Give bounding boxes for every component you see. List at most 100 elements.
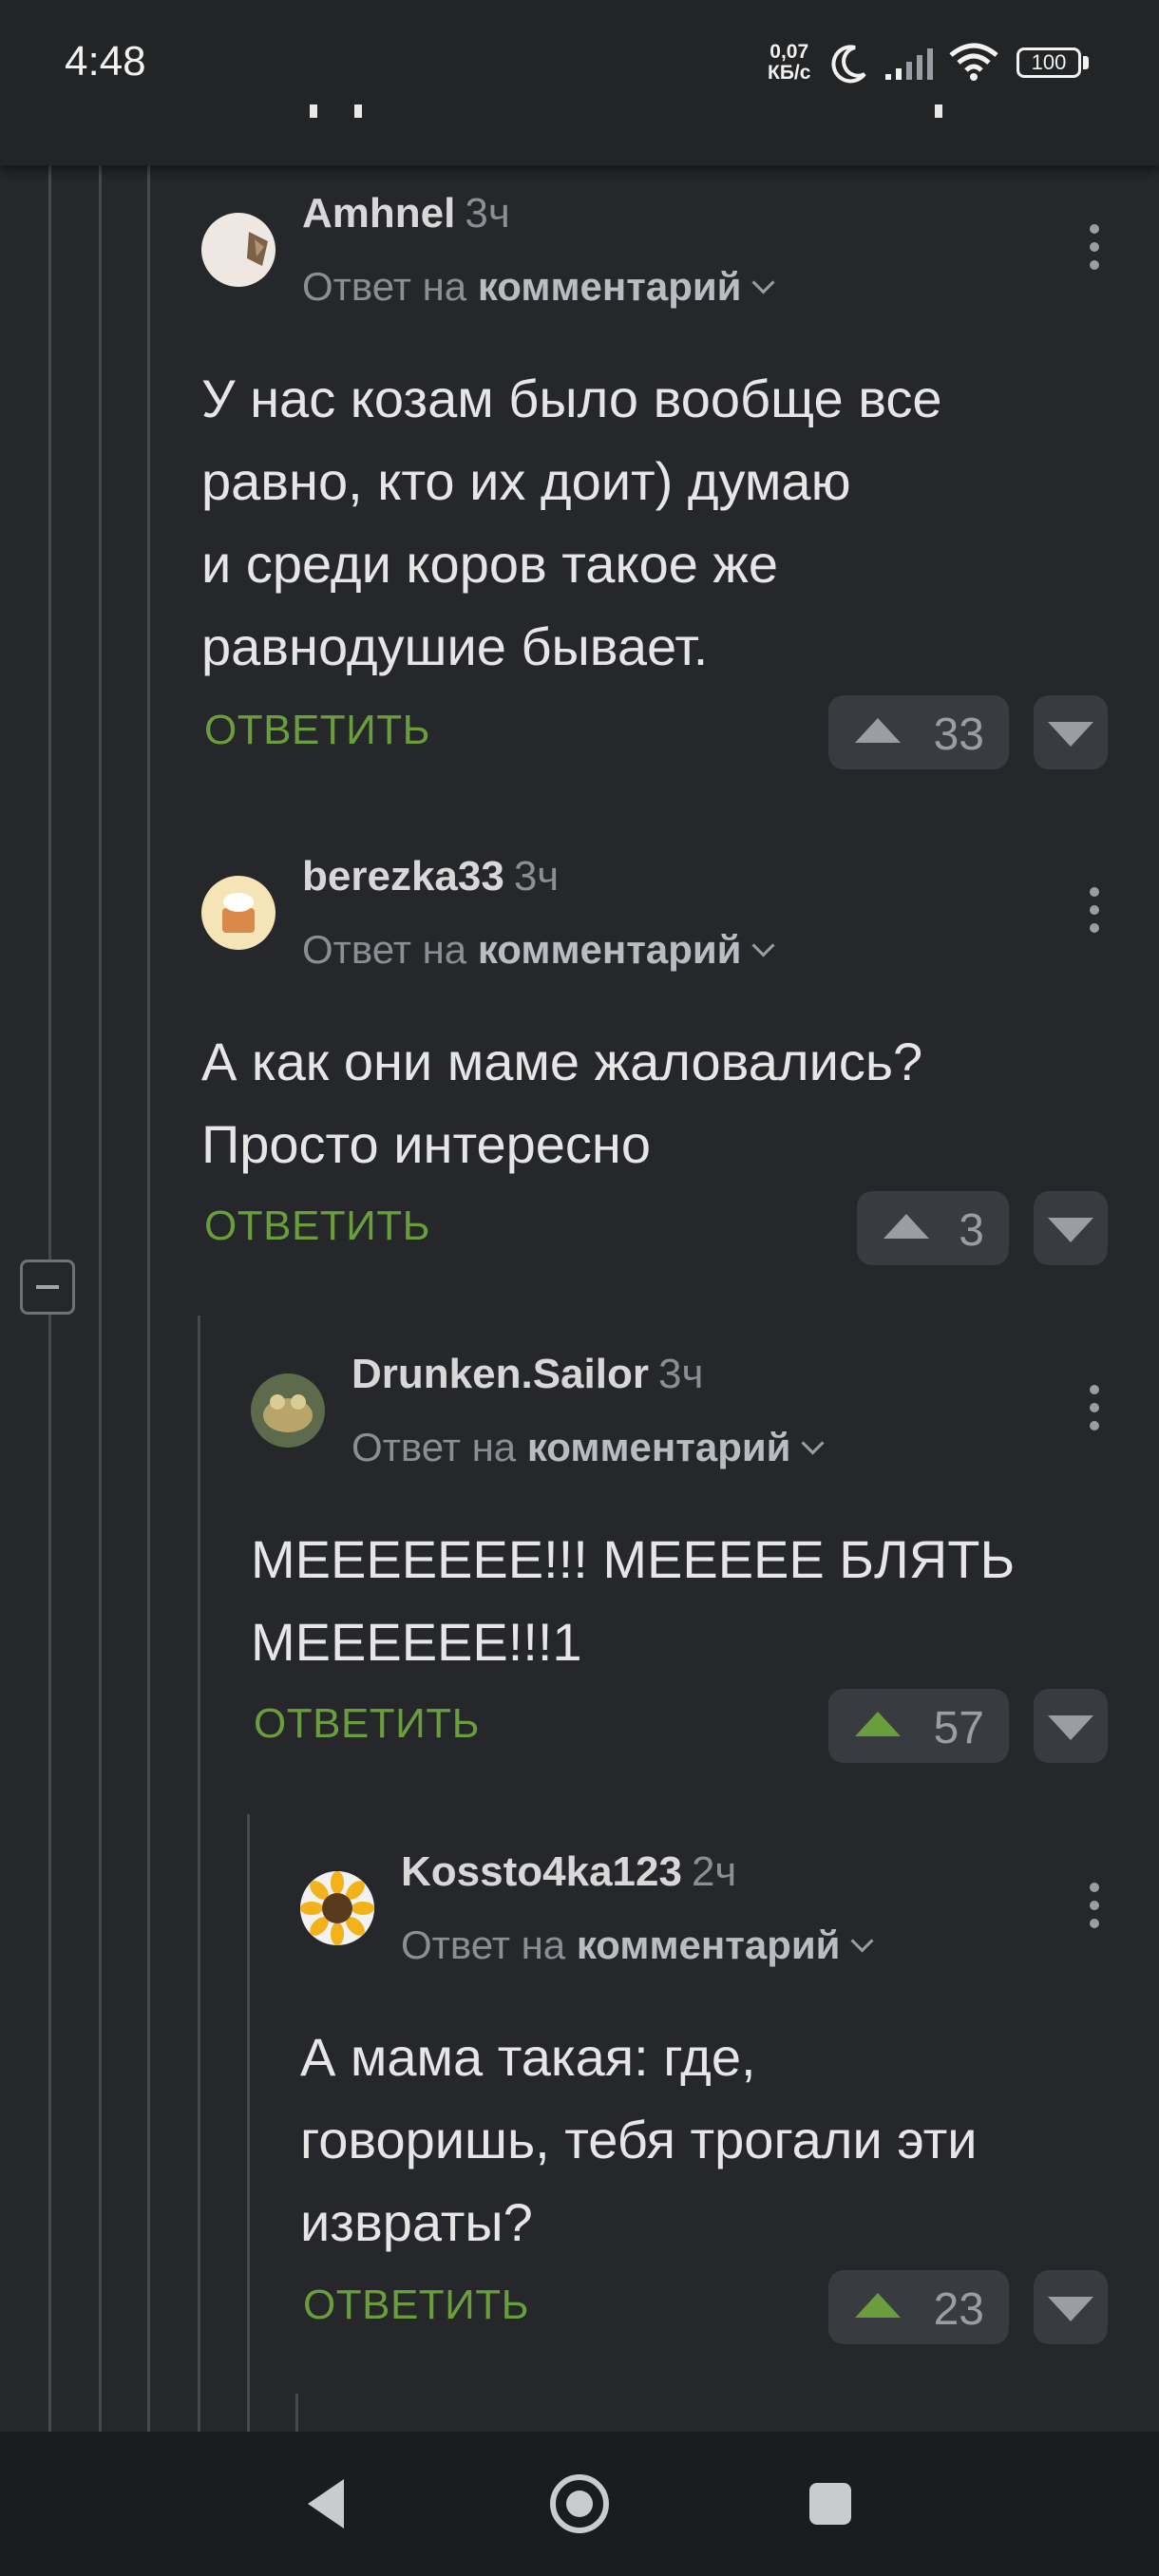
- comment-author[interactable]: Drunken.Sailor 3ч: [352, 1351, 703, 1398]
- comment-time: 3ч: [513, 853, 560, 900]
- comment-text: А как они маме жаловались? Просто интере…: [201, 1020, 922, 1185]
- reply-button[interactable]: ОТВЕТИТЬ: [254, 1700, 480, 1748]
- reply-to-prefix: Ответ на: [352, 1425, 517, 1469]
- header-text-fragment: [935, 104, 942, 118]
- vote-score: 33: [933, 710, 984, 760]
- reply-button[interactable]: ОТВЕТИТЬ: [303, 2282, 529, 2329]
- comment-time: 3ч: [465, 190, 510, 237]
- comment-text: А мама такая: где, говоришь, тебя трогал…: [300, 2016, 978, 2263]
- kebab-menu-icon[interactable]: [1090, 1385, 1101, 1439]
- comment-text-line: извраты?: [300, 2192, 533, 2252]
- reply-to-prefix: Ответ на: [401, 1923, 566, 1967]
- comment-author[interactable]: Amhnel 3ч: [302, 190, 510, 237]
- comment-text-line: У нас козам было вообще все: [201, 369, 942, 428]
- comment: Amhnel 3ч Ответ на комментарий У нас коза…: [201, 190, 1113, 779]
- system-navigation-bar: [0, 2432, 1159, 2576]
- downvote-arrow-icon: [1048, 1218, 1093, 1242]
- battery-tip: [1083, 56, 1089, 69]
- thread-line[interactable]: [147, 165, 150, 2432]
- chevron-down-icon[interactable]: [849, 1929, 874, 1953]
- comment-text-line: МЕЕЕЕЕЕЕ!!! МЕЕЕЕЕ БЛЯТЬ: [251, 1529, 1016, 1589]
- reply-to-link[interactable]: Ответ на комментарий: [401, 1923, 874, 1968]
- comment-text: У нас козам было вообще все равно, кто и…: [201, 357, 942, 688]
- upvote-arrow-icon: [884, 1214, 929, 1239]
- comment-text-line: и среди коров такое же: [201, 534, 779, 594]
- status-time: 4:48: [65, 38, 146, 85]
- downvote-button[interactable]: [1034, 1689, 1108, 1763]
- moon-icon: [831, 45, 866, 84]
- avatar[interactable]: [300, 1871, 374, 1945]
- thread-line[interactable]: [198, 1316, 200, 2432]
- comment-author[interactable]: Kossto4ka123 2ч: [401, 1848, 736, 1896]
- nav-back-icon[interactable]: [302, 2475, 350, 2532]
- upvote-button[interactable]: 57: [828, 1689, 1009, 1763]
- kebab-menu-icon[interactable]: [1090, 1883, 1101, 1937]
- reply-button[interactable]: ОТВЕТИТЬ: [204, 707, 430, 754]
- reply-button[interactable]: ОТВЕТИТЬ: [204, 1203, 430, 1250]
- reply-to-link[interactable]: Ответ на комментарий: [352, 1425, 825, 1470]
- header-text-fragment: [310, 104, 317, 118]
- comment-text-line: А мама такая: где,: [300, 2027, 756, 2087]
- reply-to-prefix: Ответ на: [302, 927, 467, 972]
- chevron-down-icon[interactable]: [800, 1431, 825, 1455]
- avatar[interactable]: [201, 876, 276, 950]
- upvote-arrow-icon: [855, 2293, 901, 2318]
- comment-text: МЕЕЕЕЕЕЕ!!! МЕЕЕЕЕ БЛЯТЬ МЕЕЕЕЕЕ!!!1: [251, 1518, 1015, 1683]
- upvote-button[interactable]: 33: [828, 695, 1009, 769]
- downvote-arrow-icon: [1048, 1715, 1093, 1740]
- downvote-button[interactable]: [1034, 1191, 1108, 1265]
- comment-text-line: равнодушие бывает.: [201, 616, 709, 676]
- comment-author-name[interactable]: Amhnel: [302, 190, 455, 237]
- nav-recents-icon[interactable]: [808, 2481, 853, 2527]
- comment-text-line: равно, кто их доит) думаю: [201, 451, 851, 511]
- upvote-button[interactable]: 3: [857, 1191, 1009, 1265]
- reply-to-target[interactable]: комментарий: [577, 1923, 841, 1967]
- network-speed-value: 0,07: [770, 41, 809, 63]
- comment-time: 2ч: [691, 1848, 737, 1895]
- comment: Drunken.Sailor 3ч Ответ на комментарий МЕ…: [251, 1351, 1113, 1778]
- wifi-icon: [949, 43, 998, 81]
- status-bar: 4:48 0,07 КБ/с 100: [0, 0, 1159, 133]
- chevron-down-icon[interactable]: [750, 271, 775, 294]
- upvote-button[interactable]: 23: [828, 2270, 1009, 2344]
- avatar[interactable]: [201, 213, 276, 287]
- avatar[interactable]: [251, 1373, 325, 1448]
- comment-text-line: говоришь, тебя трогали эти: [300, 2110, 978, 2169]
- downvote-button[interactable]: [1034, 695, 1108, 769]
- downvote-arrow-icon: [1048, 722, 1093, 747]
- reply-to-prefix: Ответ на: [302, 264, 467, 309]
- comment: Kossto4ka123 2ч Ответ на комментарий А ма…: [300, 1848, 1113, 2361]
- reply-to-target[interactable]: комментарий: [478, 264, 742, 309]
- thread-line[interactable]: [295, 2394, 298, 2432]
- header-text-fragment: [354, 104, 362, 118]
- thread-line[interactable]: [247, 1814, 250, 2432]
- comment-author[interactable]: berezka33 3ч: [302, 853, 559, 900]
- comment-time: 3ч: [657, 1351, 704, 1397]
- vote-score: 23: [933, 2284, 984, 2335]
- chevron-down-icon[interactable]: [750, 934, 775, 957]
- kebab-menu-icon[interactable]: [1090, 887, 1101, 941]
- comment-author-name[interactable]: Drunken.Sailor: [352, 1351, 649, 1397]
- comment: berezka33 3ч Ответ на комментарий А как о…: [201, 853, 1113, 1280]
- vote-score: 57: [933, 1703, 984, 1753]
- thread-line[interactable]: [99, 165, 102, 2432]
- comment-text-line: А как они маме жаловались?: [201, 1032, 923, 1091]
- nav-home-icon[interactable]: [547, 2472, 612, 2536]
- reply-to-target[interactable]: комментарий: [478, 927, 742, 972]
- network-speed-unit: КБ/с: [768, 62, 811, 84]
- kebab-menu-icon[interactable]: [1090, 224, 1101, 278]
- battery-icon: 100: [1016, 47, 1081, 78]
- network-speed: 0,07 КБ/с: [768, 42, 810, 84]
- comment-author-name[interactable]: berezka33: [302, 853, 504, 900]
- vote-score: 3: [959, 1205, 984, 1256]
- comment-author-name[interactable]: Kossto4ka123: [401, 1848, 682, 1895]
- reply-to-link[interactable]: Ответ на комментарий: [302, 927, 775, 973]
- downvote-button[interactable]: [1034, 2270, 1108, 2344]
- upvote-arrow-icon: [855, 718, 901, 743]
- reply-to-link[interactable]: Ответ на комментарий: [302, 264, 775, 310]
- upvote-arrow-icon: [855, 1712, 901, 1736]
- comment-text-line: МЕЕЕЕЕЕ!!!1: [251, 1612, 582, 1672]
- collapse-thread-icon[interactable]: [20, 1260, 75, 1315]
- signal-icon: [885, 48, 933, 80]
- reply-to-target[interactable]: комментарий: [527, 1425, 791, 1469]
